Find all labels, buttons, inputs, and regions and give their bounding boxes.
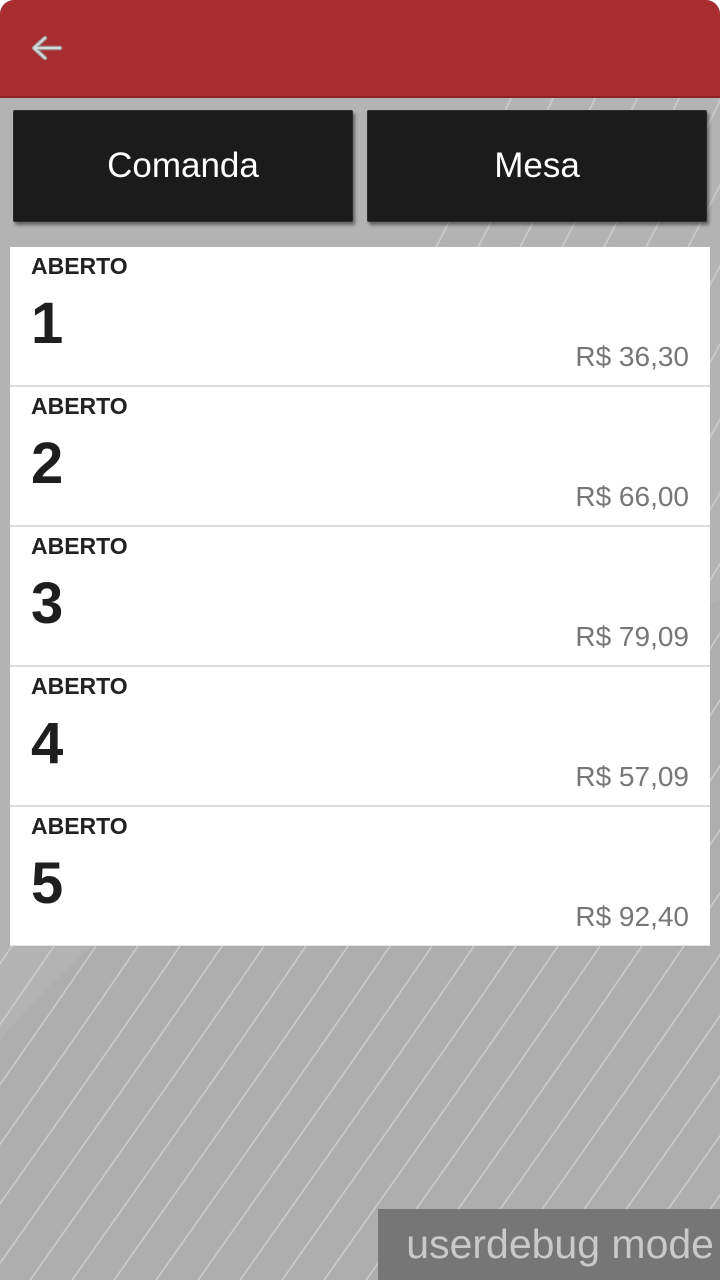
back-button[interactable] bbox=[20, 22, 72, 74]
comanda-button[interactable]: Comanda bbox=[13, 110, 353, 222]
order-status: ABERTO bbox=[31, 673, 128, 699]
order-row[interactable]: ABERTO 2 R$ 66,00 bbox=[10, 387, 710, 527]
app-bar bbox=[0, 0, 720, 98]
order-row[interactable]: ABERTO 3 R$ 79,09 bbox=[10, 527, 710, 667]
order-number: 5 bbox=[31, 851, 64, 916]
orders-list: ABERTO 1 R$ 36,30 ABERTO 2 R$ 66,00 ABER… bbox=[10, 247, 710, 946]
userdebug-banner: userdebug mode bbox=[378, 1209, 720, 1280]
filter-tabs: Comanda Mesa bbox=[13, 110, 707, 222]
order-number: 4 bbox=[31, 711, 64, 776]
order-number: 3 bbox=[31, 571, 64, 636]
order-row[interactable]: ABERTO 4 R$ 57,09 bbox=[10, 667, 710, 807]
app-screen: Comanda Mesa ABERTO 1 R$ 36,30 ABERTO 2 … bbox=[0, 0, 720, 1280]
order-price: R$ 66,00 bbox=[575, 481, 689, 512]
order-price: R$ 92,40 bbox=[575, 901, 689, 932]
order-number: 1 bbox=[31, 291, 64, 356]
mesa-button[interactable]: Mesa bbox=[367, 110, 707, 222]
order-status: ABERTO bbox=[31, 253, 128, 279]
order-status: ABERTO bbox=[31, 813, 128, 839]
order-row[interactable]: ABERTO 1 R$ 36,30 bbox=[10, 247, 710, 387]
order-row[interactable]: ABERTO 5 R$ 92,40 bbox=[10, 807, 710, 946]
order-price: R$ 79,09 bbox=[575, 621, 689, 652]
order-status: ABERTO bbox=[31, 533, 128, 559]
order-number: 2 bbox=[31, 431, 64, 496]
order-status: ABERTO bbox=[31, 393, 128, 419]
order-price: R$ 36,30 bbox=[575, 341, 689, 372]
arrow-left-icon bbox=[31, 35, 63, 61]
order-price: R$ 57,09 bbox=[575, 761, 689, 792]
